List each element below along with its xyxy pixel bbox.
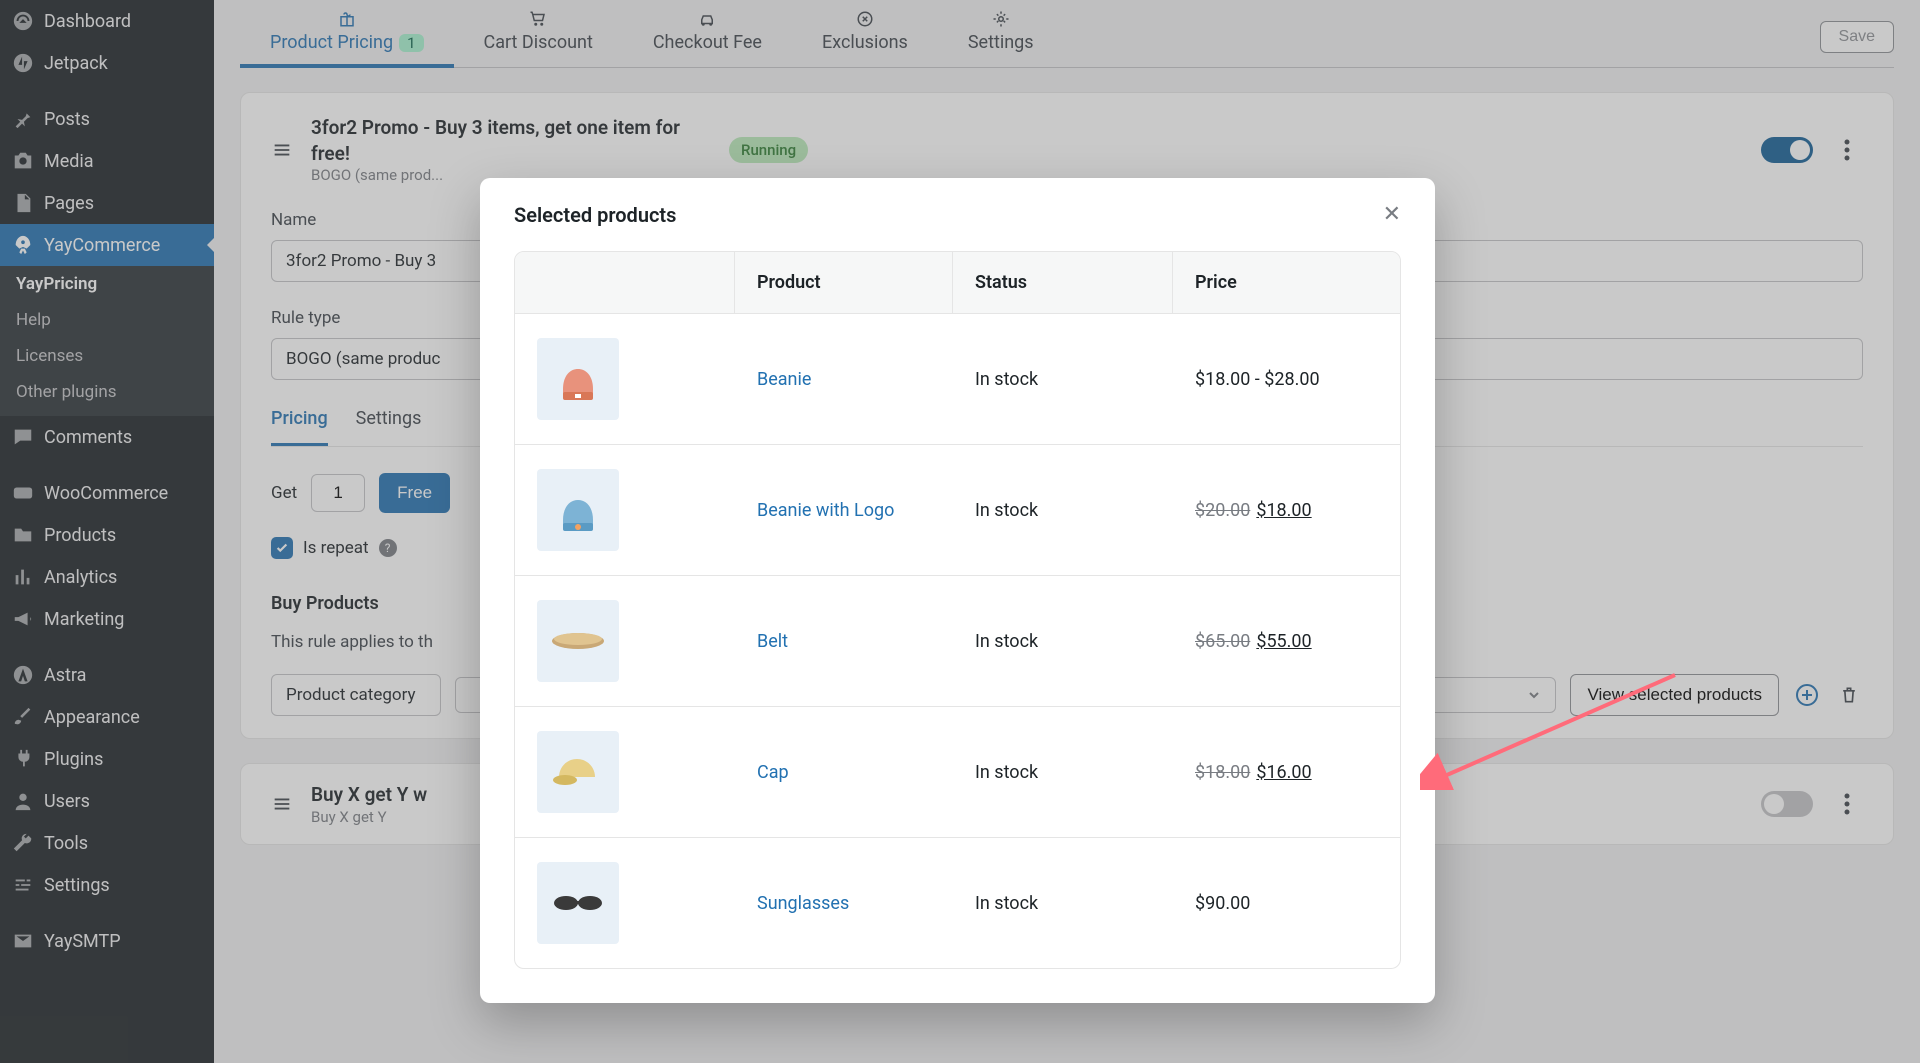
table-header: Product Status Price [515, 252, 1400, 314]
cap-icon [551, 752, 605, 792]
product-price: $90.00 [1173, 869, 1400, 938]
beanie-blue-icon [553, 485, 603, 535]
product-price: $18.00 - $28.00 [1173, 345, 1400, 414]
product-thumb [537, 731, 619, 813]
table-row: Beanie In stock $18.00 - $28.00 [515, 314, 1400, 445]
product-link[interactable]: Beanie [735, 345, 953, 414]
table-row: Cap In stock $18.00$16.00 [515, 707, 1400, 838]
table-row: Beanie with Logo In stock $20.00$18.00 [515, 445, 1400, 576]
table-row: Sunglasses In stock $90.00 [515, 838, 1400, 968]
product-thumb [537, 600, 619, 682]
product-link[interactable]: Cap [735, 738, 953, 807]
product-thumb [537, 862, 619, 944]
product-thumb [537, 338, 619, 420]
product-price: $18.00$16.00 [1173, 738, 1400, 807]
table-row: Belt In stock $65.00$55.00 [515, 576, 1400, 707]
product-link[interactable]: Sunglasses [735, 869, 953, 938]
selected-products-modal: Selected products ✕ Product Status Price… [480, 178, 1435, 1003]
product-link[interactable]: Beanie with Logo [735, 476, 953, 545]
product-price: $65.00$55.00 [1173, 607, 1400, 676]
sunglasses-icon [550, 891, 606, 915]
col-image [515, 252, 735, 314]
product-status: In stock [953, 607, 1173, 676]
col-status: Status [953, 252, 1173, 314]
product-status: In stock [953, 476, 1173, 545]
product-link[interactable]: Belt [735, 607, 953, 676]
product-status: In stock [953, 345, 1173, 414]
belt-icon [550, 626, 606, 656]
products-table: Product Status Price Beanie In stock $18… [514, 251, 1401, 969]
beanie-orange-icon [553, 354, 603, 404]
product-thumb [537, 469, 619, 551]
col-product: Product [735, 252, 953, 314]
modal-title: Selected products [514, 203, 676, 227]
product-status: In stock [953, 869, 1173, 938]
col-price: Price [1173, 252, 1400, 314]
product-price: $20.00$18.00 [1173, 476, 1400, 545]
close-icon[interactable]: ✕ [1383, 202, 1401, 227]
product-status: In stock [953, 738, 1173, 807]
